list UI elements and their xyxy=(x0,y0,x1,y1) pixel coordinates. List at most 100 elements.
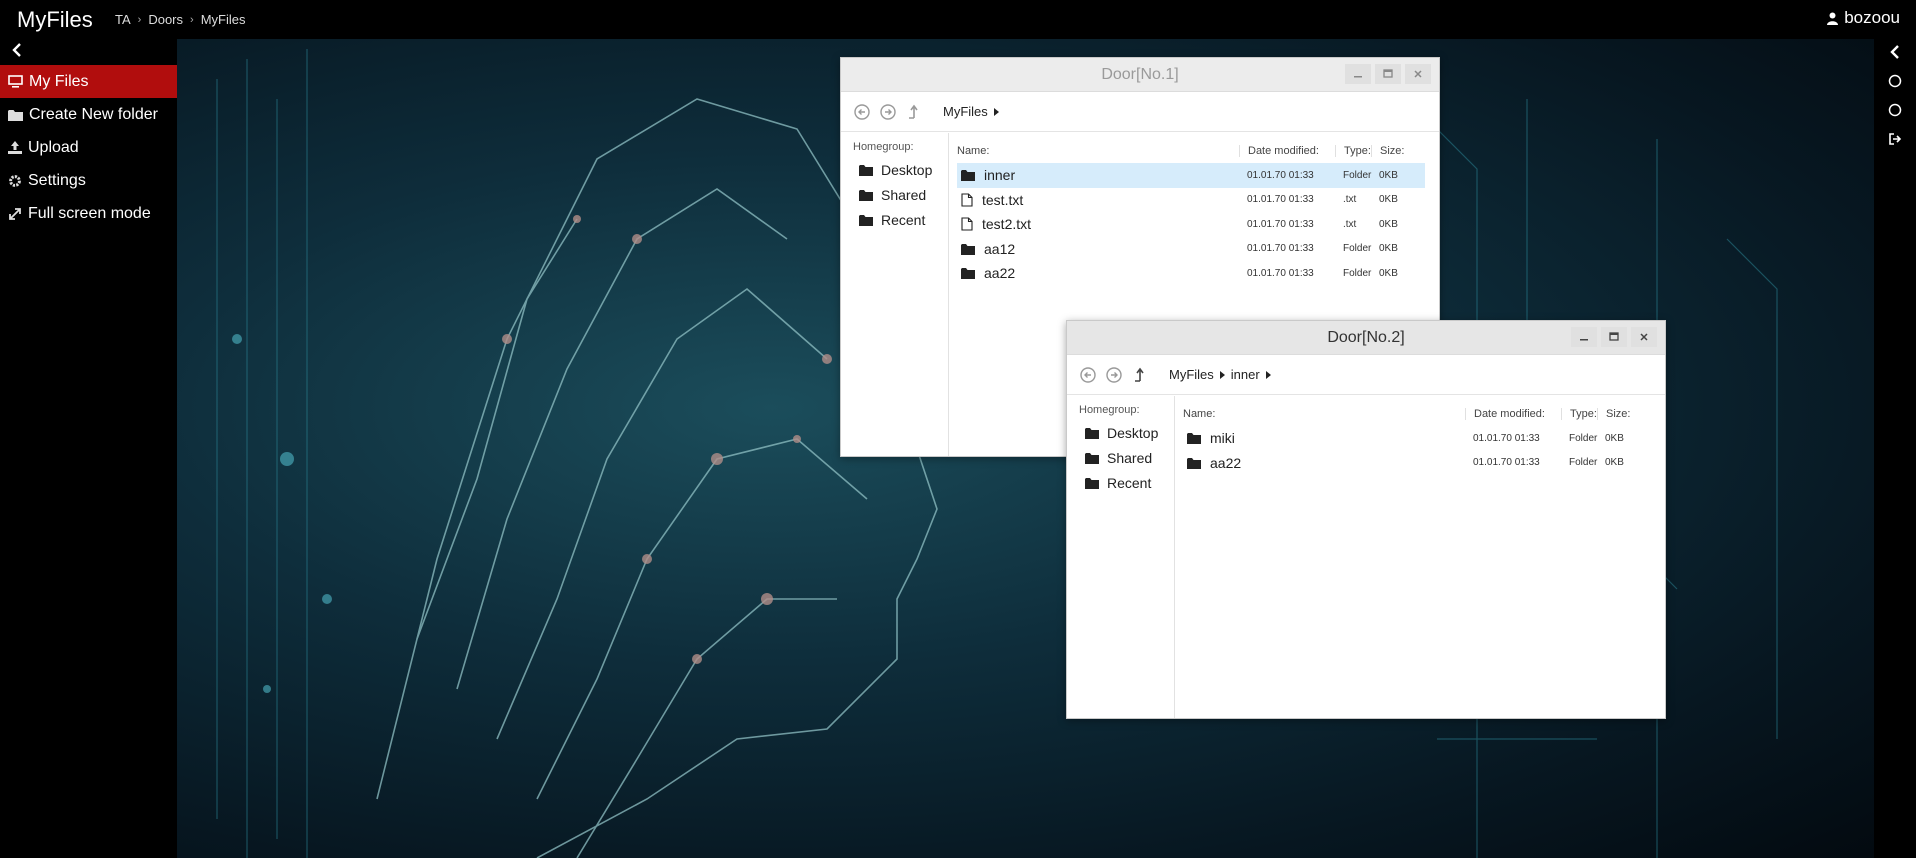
file-name: miki xyxy=(1210,430,1235,447)
file-row[interactable]: test2.txt 01.01.70 01:33 .txt 0KB xyxy=(957,212,1425,237)
place-label: Shared xyxy=(1107,449,1153,466)
window-title: Door[No.1] xyxy=(1101,66,1179,83)
file-list: Name: Date modified: Type: Size: miki 01… xyxy=(1175,396,1665,718)
sidebar-item-settings[interactable]: Settings xyxy=(0,164,177,197)
path-bar: MyFiles xyxy=(943,104,999,119)
top-bar: MyFiles TA › Doors › MyFiles bozoou xyxy=(0,0,1916,39)
maximize-button[interactable] xyxy=(1601,327,1627,347)
place-label: Recent xyxy=(1107,474,1152,491)
place-desktop[interactable]: Desktop xyxy=(1079,420,1174,445)
user-name: bozoou xyxy=(1844,8,1900,27)
places-pane: Homegroup: Desktop Shared Recent xyxy=(1067,396,1175,718)
file-icon xyxy=(961,193,973,207)
file-row[interactable]: aa12 01.01.70 01:33 Folder 0KB xyxy=(957,237,1425,262)
file-icon xyxy=(961,217,973,231)
column-header-name[interactable]: Name: xyxy=(1183,408,1465,420)
user-menu[interactable]: bozoou xyxy=(1827,8,1900,28)
file-size: 0KB xyxy=(1605,457,1624,469)
file-size: 0KB xyxy=(1379,194,1398,206)
chevron-left-icon[interactable] xyxy=(1890,45,1900,59)
file-name: aa22 xyxy=(984,265,1016,282)
window-door-2[interactable]: Door[No.2] MyFiles inner Homegroup: Desk… xyxy=(1066,320,1666,719)
file-row[interactable]: miki 01.01.70 01:33 Folder 0KB xyxy=(1183,426,1651,451)
file-name: inner xyxy=(984,167,1016,184)
sidebar-item-label: Upload xyxy=(28,138,79,156)
file-row[interactable]: aa22 01.01.70 01:33 Folder 0KB xyxy=(1183,451,1651,476)
file-row[interactable]: aa22 01.01.70 01:33 Folder 0KB xyxy=(957,261,1425,286)
sidebar-item-create-new-folder[interactable]: Create New folder xyxy=(0,98,177,131)
path-segment-myfiles[interactable]: MyFiles xyxy=(943,104,988,119)
minimize-button[interactable] xyxy=(1571,327,1597,347)
file-type: Folder xyxy=(1343,243,1372,255)
path-segment-myfiles[interactable]: MyFiles xyxy=(1169,367,1214,382)
collapse-sidebar-button[interactable] xyxy=(0,39,177,65)
place-shared[interactable]: Shared xyxy=(1079,445,1174,470)
minimize-icon xyxy=(1580,339,1588,341)
column-header-name[interactable]: Name: xyxy=(957,145,1239,157)
column-header-size[interactable]: Size: xyxy=(1597,408,1641,420)
up-button[interactable] xyxy=(905,103,923,121)
path-segment-inner[interactable]: inner xyxy=(1231,367,1260,382)
circle-icon[interactable] xyxy=(1888,103,1902,117)
file-type: Folder xyxy=(1343,169,1372,181)
expand-icon xyxy=(9,207,21,220)
column-header-date[interactable]: Date modified: xyxy=(1239,145,1335,157)
circle-icon[interactable] xyxy=(1888,74,1902,88)
column-header-type[interactable]: Type: xyxy=(1335,145,1371,157)
file-date: 01.01.70 01:33 xyxy=(1247,218,1314,230)
breadcrumb-item-ta[interactable]: TA xyxy=(115,12,131,27)
back-button[interactable] xyxy=(853,103,871,121)
sidebar-item-label: Full screen mode xyxy=(28,204,151,222)
minimize-button[interactable] xyxy=(1345,64,1371,84)
up-arrow-icon xyxy=(1135,367,1144,382)
folder-icon xyxy=(961,170,975,182)
file-list-header: Name: Date modified: Type: Size: xyxy=(957,139,1425,163)
file-name: aa12 xyxy=(984,240,1016,257)
back-button[interactable] xyxy=(1079,366,1097,384)
breadcrumb-item-doors[interactable]: Doors xyxy=(148,12,183,27)
column-header-size[interactable]: Size: xyxy=(1371,145,1415,157)
place-desktop[interactable]: Desktop xyxy=(853,157,948,182)
column-header-type[interactable]: Type: xyxy=(1561,408,1597,420)
up-button[interactable] xyxy=(1131,366,1149,384)
folder-icon xyxy=(961,243,975,255)
place-label: Desktop xyxy=(881,161,933,178)
folder-icon xyxy=(859,214,873,226)
path-caret-icon[interactable] xyxy=(1265,370,1271,379)
window-title-bar[interactable]: Door[No.2] xyxy=(1067,321,1665,355)
sidebar-item-upload[interactable]: Upload xyxy=(0,131,177,164)
upload-icon xyxy=(8,141,22,154)
window-toolbar: MyFiles inner xyxy=(1067,355,1665,395)
breadcrumb-item-myfiles[interactable]: MyFiles xyxy=(201,12,246,27)
file-row[interactable]: test.txt 01.01.70 01:33 .txt 0KB xyxy=(957,188,1425,213)
forward-button[interactable] xyxy=(879,103,897,121)
file-row[interactable]: inner 01.01.70 01:33 Folder 0KB xyxy=(957,163,1425,188)
place-label: Recent xyxy=(881,211,926,228)
sign-out-icon[interactable] xyxy=(1888,132,1902,146)
file-name: test.txt xyxy=(982,191,1024,208)
place-recent[interactable]: Recent xyxy=(853,207,948,232)
homegroup-label: Homegroup: xyxy=(853,141,914,153)
breadcrumb: TA › Doors › MyFiles xyxy=(115,12,245,27)
path-caret-icon[interactable] xyxy=(993,107,999,116)
window-title-bar[interactable]: Door[No.1] xyxy=(841,58,1439,92)
window-body: Homegroup: Desktop Shared Recent Name: D… xyxy=(1067,396,1665,718)
app-title[interactable]: MyFiles xyxy=(0,7,115,33)
column-header-date[interactable]: Date modified: xyxy=(1465,408,1561,420)
close-button[interactable] xyxy=(1631,327,1657,347)
maximize-button[interactable] xyxy=(1375,64,1401,84)
path-caret-icon[interactable] xyxy=(1219,370,1225,379)
place-shared[interactable]: Shared xyxy=(853,182,948,207)
sidebar-item-label: My Files xyxy=(29,72,89,90)
file-date: 01.01.70 01:33 xyxy=(1247,194,1314,206)
breadcrumb-separator-icon: › xyxy=(190,13,194,26)
forward-button[interactable] xyxy=(1105,366,1123,384)
sidebar-item-my-files[interactable]: My Files xyxy=(0,65,177,98)
folder-icon xyxy=(1085,452,1099,464)
place-recent[interactable]: Recent xyxy=(1079,470,1174,495)
left-sidebar: My Files Create New folder Upload Settin… xyxy=(0,39,177,858)
sidebar-item-full-screen-mode[interactable]: Full screen mode xyxy=(0,197,177,230)
close-button[interactable] xyxy=(1405,64,1431,84)
file-name: aa22 xyxy=(1210,454,1242,471)
place-label: Desktop xyxy=(1107,424,1159,441)
